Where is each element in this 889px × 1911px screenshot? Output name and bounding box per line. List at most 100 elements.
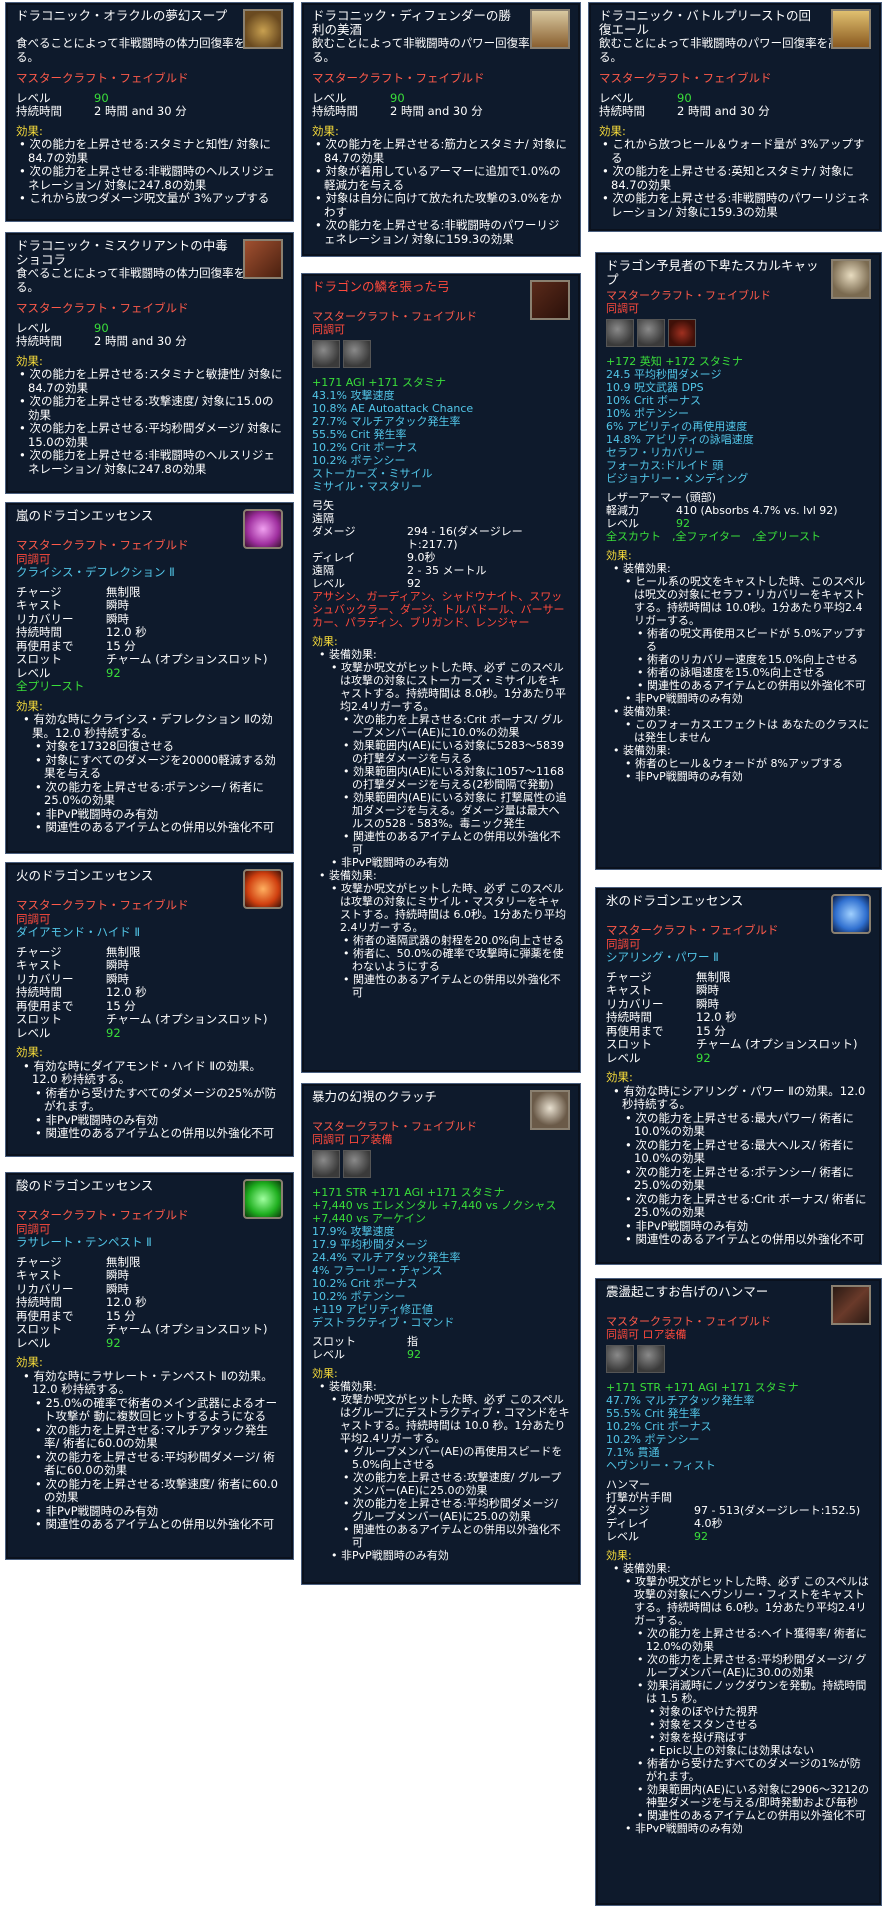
effects-list: • 有効な時にダイアモンド・ハイド Ⅱの効果。12.0 秒持続する。 • 術者から… [20, 1059, 283, 1141]
effect-line: • 次の能力を上昇させる:平均秒間ダメージ/ グループメンバー(AE)に30.0… [637, 1653, 867, 1679]
adornment-slots[interactable] [606, 1345, 871, 1375]
effect-line: • 術者から受けたすべてのダメージの25%が防がれます。 [35, 1085, 277, 1113]
adornment-slots[interactable] [312, 340, 570, 370]
level-value: 92 [106, 1335, 121, 1350]
effects-heading: 効果: [16, 1045, 43, 1059]
level-label: レベル [312, 1348, 345, 1361]
effects-heading: 効果: [606, 1549, 632, 1562]
effect-line: • 次の能力を上昇させる:非戦闘時のヘルスリジェネレーション/ 対象に247.8… [19, 448, 275, 476]
stat-value: 2 - 35 メートル [407, 564, 487, 577]
stat-line: 24.4% マルチアタック発生率 [312, 1251, 461, 1264]
stat-line: 7.1% 貫通 [606, 1446, 660, 1459]
attune-label: 同調可 [312, 323, 345, 336]
mastercraft-label: マスタークラフト・フェイブルド [312, 71, 485, 85]
stat-value: 瞬時 [106, 611, 129, 626]
effect-line: • 装備効果: [613, 705, 671, 718]
slot-value: 指 [407, 1335, 418, 1348]
adornment-slot[interactable] [668, 319, 696, 347]
stat-label: スロット [16, 1012, 62, 1026]
stat-line: 17.9 平均秒間ダメージ [312, 1238, 428, 1251]
chocolate-box-icon [243, 239, 283, 279]
effect-line: • 非PvP戦闘時のみ有効 [35, 806, 159, 821]
attune-label: 同調可 [16, 551, 51, 566]
adornment-slot[interactable] [606, 319, 634, 347]
effects-list: • 有効な時にシアリング・パワー Ⅱの効果。12.0 秒持続する。 • 次の能力を… [610, 1084, 871, 1247]
effect-line: • 攻撃か呪文がヒットした時、必ず このスペルは攻撃の対象にミサイル・マスタリー… [331, 882, 566, 934]
item-card-defender-mead: ドラコニック・ディフェンダーの勝利の美酒 飲むことによって非戦闘時のパワー回復率… [301, 2, 581, 257]
effect-line: • 術者のヒール＆ウォードが 8%アップする [625, 757, 843, 770]
stat-value: 15 分 [696, 1023, 726, 1038]
level-label: レベル [16, 665, 51, 680]
stat-label: ダメージ [312, 525, 356, 538]
stat-label: キャスト [16, 598, 62, 612]
adornment-slot[interactable] [312, 340, 340, 368]
mastercraft-label: マスタークラフト・フェイブルド [16, 301, 189, 315]
weapon-subtype: 打撃が片手間 [606, 1491, 672, 1504]
stat-label: 再使用まで [16, 998, 74, 1013]
effect-line: • 装備効果: [319, 648, 377, 661]
stat-primary: +171 AGI +171 スタミナ [312, 376, 447, 389]
stat-value: 12.0 秒 [106, 625, 147, 639]
effects-heading: 効果: [16, 353, 43, 368]
adornment-slot[interactable] [312, 1150, 340, 1178]
stat-resist: +7,440 vs エレメンタル +7,440 vs ノクシャス +7,440 … [312, 1199, 557, 1225]
stat-line: 10.2% Crit ボーナス [312, 1277, 418, 1290]
adornment-slot[interactable] [637, 319, 665, 347]
level-value: 90 [677, 90, 692, 105]
adornment-slot[interactable] [637, 1345, 665, 1373]
effect-line: • 次の能力を上昇させる:スタミナと知性/ 対象に84.7の効果 [19, 137, 271, 165]
item-card-battlepriest-ale: ドラコニック・バトルプリーストの回復エール 飲むことによって非戦闘時のパワー回復… [588, 2, 882, 232]
effect-line: • 関連性のあるアイテムとの併用以外強化不可 [35, 820, 275, 834]
cap-icon [831, 259, 871, 299]
stat-line: +119 アビリティ修正値 [312, 1303, 434, 1316]
item-card-clutch: 暴力の幻視のクラッチ マスタークラフト・フェイブルド 同調可 ロア装備 +171… [301, 1083, 581, 1585]
adornment-slot[interactable] [343, 340, 371, 368]
effect-line: • 関連性のあるアイテムとの併用以外強化不可 [35, 1517, 275, 1531]
adornment-slot[interactable] [343, 1150, 371, 1178]
stat-label: チャージ [16, 944, 62, 959]
effect-line: • 非PvP戦闘時のみ有効 [625, 692, 743, 705]
effects-list: • 装備効果: • 攻撃か呪文がヒットした時、必ず このスペルはグループにデストラ… [316, 1380, 570, 1562]
effect-line: • 有効な時にクライシス・デフレクション Ⅱの効果。12.0 秒持続する。 [23, 712, 273, 740]
adornment-slots[interactable] [606, 319, 871, 349]
effect-line: • 対象を投げ飛ばす [649, 1731, 747, 1744]
effects-list: • 有効な時にラサレート・テンペスト Ⅱの効果。12.0 秒持続する。 • 25.… [20, 1369, 283, 1532]
effect-line: • これから放つヒール＆ウォード量が 3%アップする [602, 137, 865, 165]
stat-line: 55.5% Crit 発生率 [312, 428, 407, 441]
stat-label: キャスト [16, 958, 62, 972]
stat-label: ディレイ [312, 551, 356, 564]
stat-line: セラフ・リカバリー [606, 446, 705, 459]
stat-label: キャスト [16, 1268, 62, 1282]
duration-label: 持続時間 [16, 104, 62, 118]
effect-line: • 次の能力を上昇させる:平均秒間ダメージ/ 術者に60.0の効果 [35, 1449, 275, 1477]
stat-line: 47.7% マルチアタック発生率 [606, 1394, 755, 1407]
stat-line: 10.9 呪文武器 DPS [606, 381, 704, 394]
effect-line: • 次の能力を上昇させる:非戦闘時のパワーリジェネレーション/ 対象に159.3… [315, 218, 560, 246]
effect-line: • 関連性のあるアイテムとの併用以外強化不可 [637, 1809, 866, 1822]
stat-value: 瞬時 [106, 1281, 129, 1296]
stat-value: チャーム (オプションスロット) [696, 1037, 858, 1051]
effect-line: • 効果範囲内(AE)にいる対象に2906〜3212の神聖ダメージを与える/即時… [637, 1783, 870, 1809]
mastercraft-label: マスタークラフト・フェイブルド [599, 71, 772, 85]
effect-line: • 次の能力を上昇させる:Crit ボーナス/ 術者に25.0%の効果 [625, 1191, 867, 1219]
adornment-slots[interactable] [312, 1150, 570, 1180]
level-value: 90 [390, 90, 405, 105]
bow-icon [530, 280, 570, 320]
stat-label: レベル [312, 577, 345, 590]
effect-line: • 非PvP戦闘時のみ有効 [35, 1503, 159, 1518]
effect-line: • 非PvP戦闘時のみ有効 [625, 1218, 749, 1233]
level-label: レベル [599, 90, 634, 105]
effect-line: • 装備効果: [613, 1562, 671, 1575]
effects-list: • 装備効果: • 攻撃か呪文がヒットした時、必ず このスペルは攻撃の対象にヘヴン… [610, 1562, 871, 1835]
adornment-slot[interactable] [606, 1345, 634, 1373]
stat-value: 瞬時 [106, 598, 129, 612]
stat-label: リカバリー [606, 996, 664, 1011]
stat-label: スロット [16, 1322, 62, 1336]
effect-line: • 術者の詠唱速度を15.0%向上させる [637, 666, 825, 679]
mug-icon [831, 9, 871, 49]
stat-line: ヘヴンリー・フィスト [606, 1459, 716, 1472]
stat-value: チャーム (オプションスロット) [106, 1012, 268, 1026]
effect-line: • 次の能力を上昇させる:攻撃速度/ 術者に60.0の効果 [35, 1476, 278, 1504]
stat-value: 無制限 [106, 1254, 141, 1269]
effect-line: • Epic以上の対象には効果はない [649, 1744, 815, 1757]
